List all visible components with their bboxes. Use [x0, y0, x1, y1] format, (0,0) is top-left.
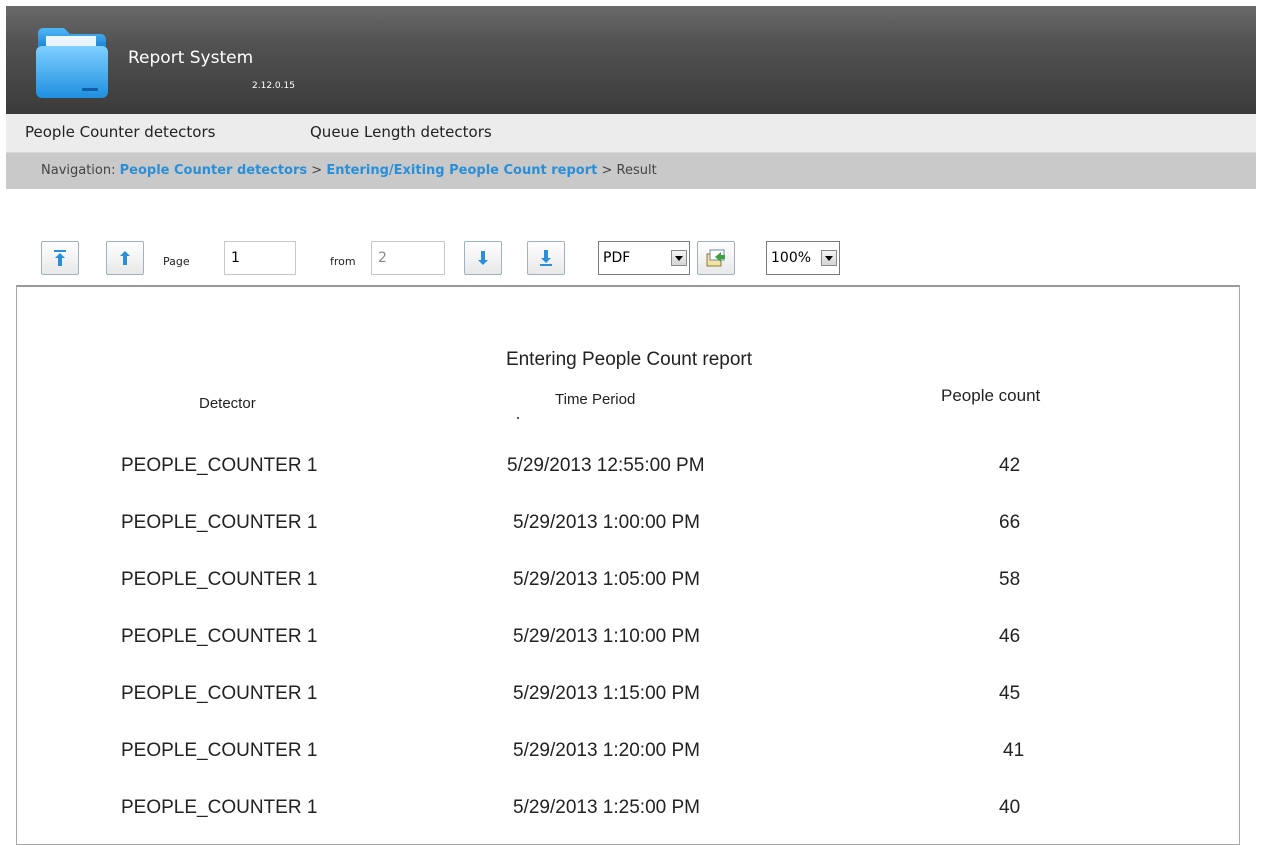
export-format-value: PDF — [603, 250, 631, 266]
breadcrumb-separator: > — [311, 163, 323, 178]
breadcrumb-link-people-counter[interactable]: People Counter detectors — [120, 163, 307, 178]
table-cell-detector: PEOPLE_COUNTER 1 — [121, 740, 318, 761]
table-cell-detector: PEOPLE_COUNTER 1 — [121, 512, 318, 533]
breadcrumb-prefix: Navigation: — [41, 163, 116, 178]
zoom-value: 100% — [771, 250, 812, 266]
breadcrumb-separator: > — [601, 163, 613, 178]
app-title: Report System — [128, 48, 254, 68]
table-cell-count: 58 — [999, 569, 1021, 590]
table-cell-time: 5/29/2013 1:25:00 PM — [513, 797, 700, 818]
export-icon — [706, 249, 725, 267]
table-cell-time: 5/29/2013 12:55:00 PM — [507, 455, 705, 476]
last-page-icon — [540, 250, 552, 266]
app-version: 2.12.0.15 — [252, 81, 295, 91]
page-label: Page — [163, 255, 190, 268]
column-header-time-period: Time Period — [555, 391, 636, 408]
table-cell-detector: PEOPLE_COUNTER 1 — [121, 797, 318, 818]
table-cell-count: 45 — [999, 683, 1021, 704]
column-header-detector: Detector — [199, 395, 256, 412]
table-cell-time: 5/29/2013 1:05:00 PM — [513, 569, 700, 590]
table-cell-detector: PEOPLE_COUNTER 1 — [121, 455, 318, 476]
first-page-icon — [54, 250, 66, 266]
table-cell-time: 5/29/2013 1:15:00 PM — [513, 683, 700, 704]
export-button[interactable] — [697, 241, 735, 275]
arrow-down-icon — [478, 251, 488, 265]
chevron-down-icon — [821, 250, 837, 266]
from-label: from — [330, 255, 356, 268]
first-page-button[interactable] — [41, 241, 79, 275]
last-page-button[interactable] — [527, 241, 565, 275]
app-header: Report System 2.12.0.15 — [6, 6, 1256, 114]
breadcrumb: Navigation: People Counter detectors > E… — [6, 153, 1256, 189]
table-cell-detector: PEOPLE_COUNTER 1 — [121, 683, 318, 704]
folder-icon — [36, 28, 108, 98]
menu-item-people-counter[interactable]: People Counter detectors — [25, 123, 215, 141]
table-cell-time: 5/29/2013 1:20:00 PM — [513, 740, 700, 761]
table-cell-count: 42 — [999, 455, 1021, 476]
previous-page-button[interactable] — [106, 241, 144, 275]
column-header-people-count: People count — [941, 386, 1041, 405]
table-cell-detector: PEOPLE_COUNTER 1 — [121, 569, 318, 590]
page-number-input[interactable] — [224, 241, 296, 275]
report-viewer[interactable]: Entering People Count report Detector Ti… — [16, 285, 1240, 845]
breadcrumb-current: Result — [616, 163, 657, 178]
arrow-up-icon — [120, 251, 130, 265]
menu-item-queue-length[interactable]: Queue Length detectors — [310, 123, 492, 141]
report-title: Entering People Count report — [505, 349, 753, 370]
table-cell-count: 41 — [1003, 740, 1025, 761]
table-cell-detector: PEOPLE_COUNTER 1 — [121, 626, 318, 647]
export-format-select[interactable]: PDF — [598, 241, 690, 275]
table-cell-count: 46 — [999, 626, 1021, 647]
next-page-button[interactable] — [464, 241, 502, 275]
chevron-down-icon — [671, 250, 687, 266]
zoom-select[interactable]: 100% — [766, 241, 840, 275]
table-cell-time: 5/29/2013 1:10:00 PM — [513, 626, 700, 647]
breadcrumb-link-report[interactable]: Entering/Exiting People Count report — [326, 163, 597, 178]
total-pages-field — [371, 241, 445, 275]
stray-dot — [517, 417, 519, 419]
table-cell-count: 40 — [999, 797, 1021, 818]
table-cell-count: 66 — [999, 512, 1021, 533]
table-cell-time: 5/29/2013 1:00:00 PM — [513, 512, 700, 533]
main-menu: People Counter detectors Queue Length de… — [6, 114, 1256, 153]
